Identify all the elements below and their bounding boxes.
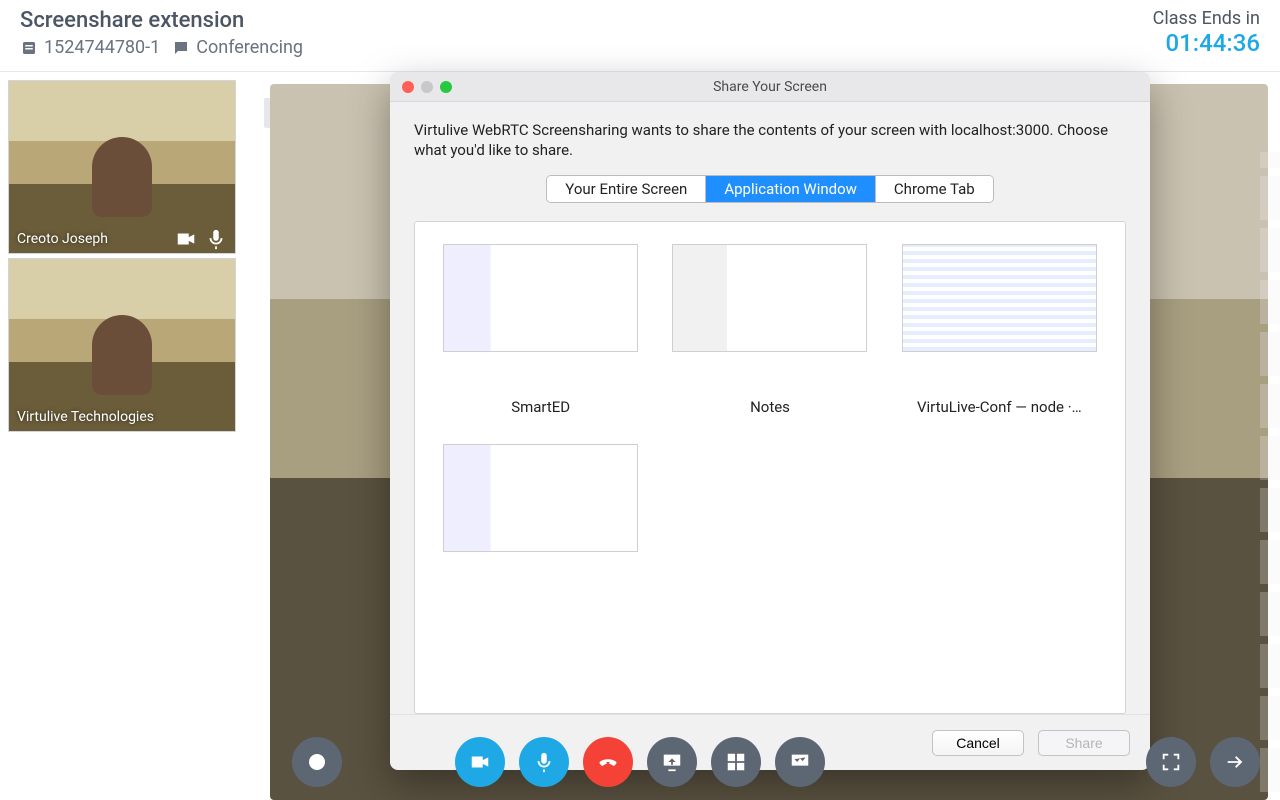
record-icon [309,754,325,770]
window-thumb [902,244,1097,352]
class-ends-label: Class Ends in [1153,8,1260,29]
arrow-right-icon [1224,751,1246,773]
window-option[interactable]: VirtuLive-Conf — node ·… [894,244,1105,416]
window-thumb [443,244,638,352]
window-caption: SmartED [511,398,570,416]
screenshare-icon [661,751,683,773]
section-name: Conferencing [196,37,303,58]
window-caption: VirtuLive-Conf — node ·… [917,398,1082,416]
camera-icon [469,751,491,773]
share-tab-application-window[interactable]: Application Window [706,176,876,202]
window-caption: Notes [750,398,790,416]
window-option[interactable]: SmartED [435,244,646,416]
participant-name: Virtulive Technologies [17,409,227,425]
hangup-button[interactable] [583,737,633,787]
presentation-icon [789,751,811,773]
screenshare-button[interactable] [647,737,697,787]
document-icon [20,39,38,57]
microphone-icon[interactable] [205,228,227,250]
session-id: 1524744780-1 [44,37,160,58]
window-list[interactable]: SmartED Notes VirtuLive-Conf — node ·… [414,221,1126,715]
participants-sidebar: Creoto Joseph Virtulive Technologies [0,72,258,800]
dialog-title: Share Your Screen [390,79,1150,95]
page-title: Screenshare extension [20,8,303,33]
chat-icon [172,39,190,57]
window-thumb [672,244,867,352]
call-toolbar [0,724,1280,800]
share-tab-your-entire-screen[interactable]: Your Entire Screen [547,176,706,202]
participant-thumb[interactable]: Virtulive Technologies [8,258,236,432]
window-thumb [443,444,638,552]
whiteboard-button[interactable] [775,737,825,787]
phone-down-icon [597,751,619,773]
video-toggle-button[interactable] [455,737,505,787]
camera-icon[interactable] [175,228,197,250]
share-tab-chrome-tab[interactable]: Chrome Tab [876,176,993,202]
microphone-icon [533,751,555,773]
class-countdown: 01:44:36 [1153,29,1260,57]
mic-toggle-button[interactable] [519,737,569,787]
fullscreen-button[interactable] [1146,737,1196,787]
share-mode-tabs: Your Entire ScreenApplication WindowChro… [546,175,993,203]
layout-button[interactable] [711,737,761,787]
window-option[interactable] [435,444,646,598]
avatar [92,315,152,395]
grid-icon [725,751,747,773]
participant-name: Creoto Joseph [17,231,167,247]
avatar [92,137,152,217]
participant-thumb[interactable]: Creoto Joseph [8,80,236,254]
fullscreen-icon [1160,751,1182,773]
breadcrumb: 1524744780-1 Conferencing [20,37,303,58]
window-close-icon[interactable] [402,81,414,93]
share-screen-dialog: Share Your Screen Virtulive WebRTC Scree… [390,72,1150,770]
dialog-message: Virtulive WebRTC Screensharing wants to … [414,120,1126,161]
window-minimize-icon [421,81,433,93]
record-button[interactable] [292,737,342,787]
window-option[interactable]: Notes [664,244,875,416]
next-button[interactable] [1210,737,1260,787]
window-zoom-icon[interactable] [440,81,452,93]
right-icon-strip [1260,152,1280,792]
